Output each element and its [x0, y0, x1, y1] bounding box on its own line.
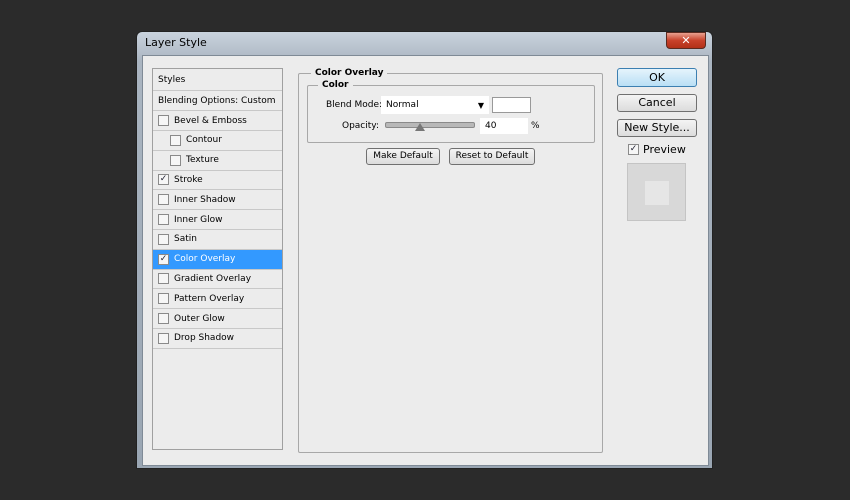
style-item-label: Inner Glow: [174, 214, 223, 225]
reset-to-default-button[interactable]: Reset to Default: [449, 148, 535, 165]
checkbox-icon[interactable]: [158, 115, 169, 126]
dropdown-arrow-icon: ▼: [477, 101, 484, 110]
style-item[interactable]: Satin: [153, 230, 282, 250]
new-style-button[interactable]: New Style...: [617, 119, 697, 137]
section-title: Color Overlay: [315, 68, 384, 78]
checkbox-icon[interactable]: ✓: [158, 253, 169, 265]
close-button[interactable]: ✕: [666, 32, 706, 49]
checkbox-icon[interactable]: [158, 194, 169, 206]
blend-mode-label: Blend Mode:: [326, 100, 383, 110]
style-item-label: Inner Shadow: [174, 194, 236, 205]
blend-mode-select[interactable]: Normal ▼: [381, 96, 489, 114]
style-item[interactable]: Bevel & Emboss: [153, 111, 282, 131]
style-item[interactable]: Outer Glow: [153, 309, 282, 329]
preview-checkbox[interactable]: ✓ Preview: [628, 143, 686, 156]
opacity-slider-thumb[interactable]: [415, 123, 426, 131]
style-item[interactable]: Pattern Overlay: [153, 289, 282, 310]
style-item[interactable]: ✓ Color Overlay: [153, 249, 282, 270]
style-item-label: Drop Shadow: [174, 333, 235, 344]
style-item[interactable]: Contour: [153, 131, 282, 151]
overlay-color-swatch[interactable]: [492, 97, 531, 113]
style-item[interactable]: ✓ Stroke: [153, 170, 282, 191]
opacity-input[interactable]: 40: [480, 118, 528, 134]
preview-swatch: [645, 181, 669, 205]
checkbox-icon[interactable]: [158, 293, 169, 305]
make-default-button[interactable]: Make Default: [366, 148, 440, 165]
style-item-label: Outer Glow: [174, 313, 225, 324]
cancel-button[interactable]: Cancel: [617, 94, 697, 112]
color-group-title: Color: [322, 80, 349, 90]
styles-header-label: Styles: [158, 74, 186, 85]
style-item[interactable]: Inner Shadow: [153, 190, 282, 211]
opacity-unit: %: [531, 121, 540, 131]
style-item-label: Contour: [186, 135, 222, 146]
style-item[interactable]: Texture: [153, 151, 282, 171]
checkbox-icon[interactable]: [158, 214, 169, 225]
style-item-label: Stroke: [174, 174, 203, 185]
styles-header[interactable]: Styles: [153, 69, 282, 91]
style-item[interactable]: Inner Glow: [153, 210, 282, 230]
style-item-label: Bevel & Emboss: [174, 115, 247, 126]
blending-options[interactable]: Blending Options: Custom: [153, 91, 282, 111]
checkbox-icon[interactable]: [170, 154, 181, 166]
checkbox-icon[interactable]: [170, 134, 181, 146]
preview-check-icon: ✓: [628, 144, 639, 155]
checkbox-icon[interactable]: [158, 332, 169, 344]
checkbox-icon[interactable]: [158, 233, 169, 245]
style-item-label: Pattern Overlay: [174, 293, 245, 304]
window-title: Layer Style: [145, 36, 207, 49]
checkbox-icon[interactable]: [158, 313, 169, 324]
ok-button[interactable]: OK: [617, 68, 697, 87]
checkbox-icon[interactable]: ✓: [158, 174, 169, 186]
checkbox-icon[interactable]: [158, 273, 169, 285]
style-item[interactable]: Drop Shadow: [153, 329, 282, 349]
preview-thumbnail: [627, 163, 686, 221]
opacity-slider[interactable]: [385, 122, 475, 128]
opacity-label: Opacity:: [342, 121, 379, 131]
style-item-label: Gradient Overlay: [174, 273, 252, 284]
style-item-label: Color Overlay: [174, 254, 236, 265]
blend-mode-value: Normal: [386, 100, 419, 110]
style-item-label: Satin: [174, 234, 197, 245]
style-item-label: Texture: [186, 155, 219, 166]
styles-list: Styles Blending Options: Custom Bevel & …: [152, 68, 283, 450]
preview-label: Preview: [643, 143, 686, 156]
style-item[interactable]: Gradient Overlay: [153, 269, 282, 290]
blending-options-label: Blending Options: Custom: [158, 95, 276, 106]
